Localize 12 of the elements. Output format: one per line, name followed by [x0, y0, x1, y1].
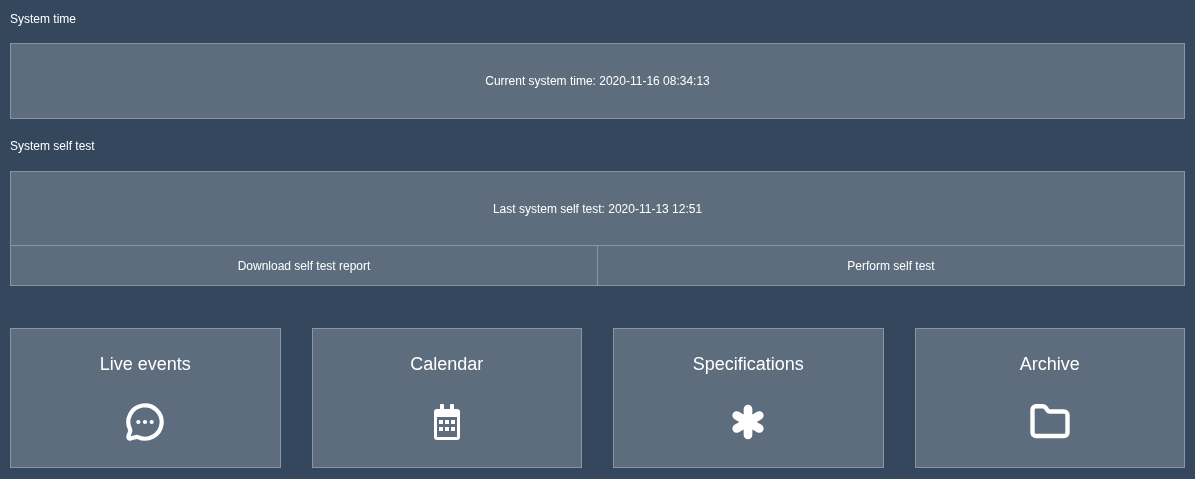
- menu-tile[interactable]: Specifications: [613, 328, 884, 468]
- section-heading: System time: [10, 11, 77, 28]
- self-test-button[interactable]: Perform self test: [597, 246, 1184, 285]
- menu-tile[interactable]: Archive: [914, 328, 1185, 468]
- section-heading: System self test: [10, 138, 96, 155]
- self-test-text: Last system self test: 2020-11-13 12:51: [492, 200, 703, 218]
- chat-bubble-icon: [125, 402, 166, 442]
- menu-tile[interactable]: Live events: [10, 328, 281, 468]
- self-test-button[interactable]: Download self test report: [11, 246, 597, 285]
- menu-tile[interactable]: Calendar: [311, 328, 582, 468]
- system-time-text: Current system time: 2020-11-16 08:34:13: [485, 73, 710, 90]
- calendar-icon: [433, 404, 460, 440]
